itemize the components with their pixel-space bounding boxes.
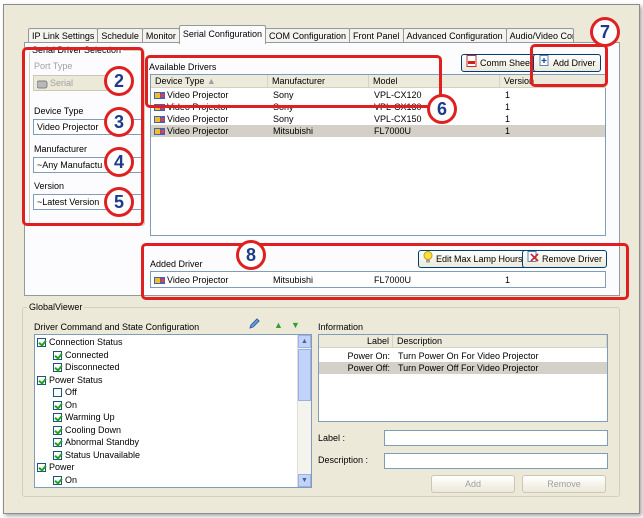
driver-cell-version: 1 [505,90,511,100]
tree-checkbox[interactable] [53,438,62,448]
callout-3: 3 [104,107,134,137]
command-state-tree[interactable]: Connection Status Connected Disconnected Po… [34,334,312,488]
tree-item-label: Status Unavailable [65,449,141,460]
tree-checkbox[interactable] [53,425,62,435]
info-cell-description: Turn Power On For Video Projector [398,351,539,361]
driver-cell-manufacturer: Sony [273,114,294,124]
tree-item[interactable]: Status Unavailable [53,450,140,461]
tree-item-label: Warming Up [65,412,115,422]
info-row[interactable]: Power Off: Turn Power Off For Video Proje… [319,362,607,374]
driver-cell-model: VPL-CX150 [374,114,422,124]
tree-checkbox[interactable] [53,450,62,460]
description-field-label: Description : [318,455,369,465]
tree-checkbox[interactable] [37,463,46,473]
tree-item-label: On [65,399,78,410]
tree-item[interactable]: Connection Status [37,337,123,348]
callout-box-available-drivers [145,55,442,108]
tree-item-label: Power Status [49,374,103,385]
information-title: Information [318,322,364,332]
callout-7: 7 [590,17,620,47]
globalviewer-title: GlobalViewer [27,302,85,312]
scroll-up-button[interactable]: ▲ [298,335,311,348]
label-field-label: Label : [318,433,346,443]
information-list[interactable]: Label Description Power On: Turn Power On… [318,334,608,422]
driver-cell-model: FL7000U [374,126,412,136]
tree-item[interactable]: Connected [53,350,109,361]
driver-cell-device: Video Projector [154,126,228,136]
tree-checkbox[interactable] [37,375,46,385]
info-col-description[interactable]: Description [393,335,607,348]
driver-command-config-title: Driver Command and State Configuration [34,322,200,332]
callout-8: 8 [236,240,266,270]
add-button[interactable]: Add [431,475,515,493]
tree-checkbox[interactable] [37,338,46,348]
move-up-icon[interactable]: ▲ [274,320,283,330]
driver-cell-version: 1 [505,114,511,124]
tree-item[interactable]: Warming Up [53,412,115,423]
info-cell-label: Power On: [347,351,390,361]
pencil-icon[interactable] [248,318,260,332]
tree-item[interactable]: Cooling Down [53,425,121,436]
tree-item-label: Off [65,387,77,397]
video-projector-icon [154,127,165,136]
tree-item-label: Disconnected [65,362,120,372]
callout-box-added-driver [141,243,629,300]
callout-4: 4 [104,147,134,177]
tree-checkbox[interactable] [53,475,62,485]
tree-item-label: Connected [65,349,109,360]
move-down-icon[interactable]: ▼ [291,320,300,330]
driver-cell-version: 1 [505,102,511,112]
tree-checkbox[interactable] [53,363,62,373]
tree-item-label: Power [49,462,75,472]
tree-item[interactable]: Power [37,462,75,473]
info-cell-description: Turn Power Off For Video Projector [398,363,539,373]
info-cell-label: Power Off: [347,363,390,373]
video-projector-icon [154,115,165,124]
tree-item-label: On [65,474,78,485]
scroll-thumb[interactable] [298,349,311,401]
tree-item[interactable]: Power Status [37,375,103,386]
comm-sheet-button[interactable]: Comm Sheet [461,54,538,72]
description-input[interactable] [384,453,608,469]
tab-serial-configuration[interactable]: Serial Configuration [178,25,266,44]
pdf-icon [466,54,477,72]
label-input[interactable] [384,430,608,446]
callout-5: 5 [104,187,134,217]
tree-item[interactable]: Abnormal Standby [53,437,139,448]
tree-checkbox[interactable] [53,400,62,410]
remove-button[interactable]: Remove [522,475,606,493]
tree-scrollbar[interactable]: ▲ ▼ [297,335,311,487]
tree-checkbox[interactable] [53,413,62,423]
tree-item-label: Connection Status [49,337,123,347]
driver-row[interactable]: Video Projector Sony VPL-CX150 1 [151,113,605,125]
driver-cell-manufacturer: Mitsubishi [273,126,314,136]
tree-item[interactable]: On [53,475,77,486]
tab-bar: IP Link Settings Schedule Monitor Serial… [28,24,574,44]
tree-checkbox[interactable] [53,388,62,398]
tree-item[interactable]: On [53,400,77,411]
scroll-down-button[interactable]: ▼ [298,474,311,487]
tree-item[interactable]: Off [53,387,77,398]
tree-checkbox[interactable] [53,350,62,360]
callout-box-add-driver [530,44,608,87]
tree-item-label: Abnormal Standby [65,437,140,447]
info-col-label[interactable]: Label [319,335,393,348]
tree-item-label: Cooling Down [65,424,122,435]
info-row[interactable]: Power On: Turn Power On For Video Project… [319,350,607,362]
driver-cell-device: Video Projector [154,114,228,124]
callout-6: 6 [427,94,457,124]
comm-sheet-label: Comm Sheet [480,58,533,68]
tree-item[interactable]: Disconnected [53,362,120,373]
callout-2: 2 [104,66,134,96]
driver-row[interactable]: Video Projector Mitsubishi FL7000U 1 [151,125,605,137]
driver-cell-version: 1 [505,126,511,136]
